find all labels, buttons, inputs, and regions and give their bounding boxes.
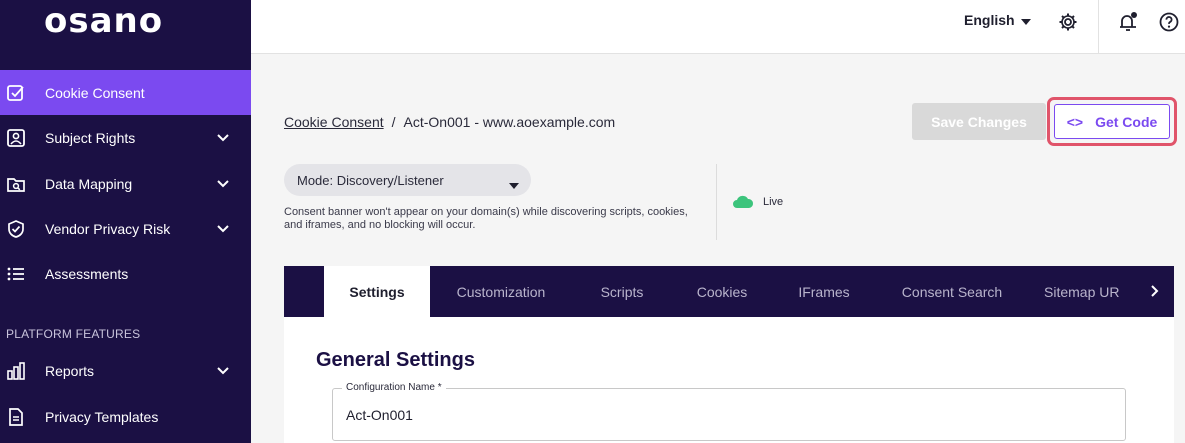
sidebar-item-subject-rights[interactable]: Subject Rights — [0, 115, 251, 160]
sidebar-item-label: Data Mapping — [45, 175, 133, 192]
mode-select[interactable]: Mode: Discovery/Listener — [284, 164, 531, 196]
chevron-right-icon[interactable] — [1146, 282, 1164, 300]
mode-selected-value: Mode: Discovery/Listener — [297, 172, 444, 188]
folder-search-icon — [6, 174, 26, 194]
tab-iframes[interactable]: IFrames — [782, 266, 866, 317]
chevron-down-icon[interactable] — [216, 177, 230, 191]
sidebar-item-cookie-consent[interactable]: Cookie Consent — [0, 70, 251, 115]
osano-logo[interactable]: osano — [44, 3, 163, 39]
tab-cookies[interactable]: Cookies — [682, 266, 762, 317]
shield-check-icon — [6, 219, 26, 239]
code-icon: <> — [1066, 113, 1084, 130]
vertical-divider — [716, 164, 717, 240]
caret-down-icon — [509, 177, 519, 192]
sidebar-item-label: Privacy Templates — [45, 408, 159, 425]
configuration-name-input[interactable] — [346, 407, 1046, 423]
configuration-name-field: Configuration Name * — [332, 382, 1126, 441]
sidebar-item-assessments[interactable]: Assessments — [0, 251, 251, 296]
breadcrumb-separator: / — [391, 114, 396, 130]
caret-down-icon — [1020, 12, 1031, 28]
tab-consent-search[interactable]: Consent Search — [886, 266, 1018, 317]
get-code-label: Get Code — [1095, 113, 1158, 130]
language-selector[interactable]: English — [964, 12, 1031, 28]
sidebar-item-label: Reports — [45, 362, 95, 379]
tab-customization[interactable]: Customization — [440, 266, 562, 317]
sidebar: osano Cookie Consent Subject Rights Data… — [0, 0, 251, 443]
topbar-divider — [1098, 0, 1099, 54]
save-changes-button[interactable]: Save Changes — [912, 103, 1046, 140]
tab-settings[interactable]: Settings — [324, 266, 430, 317]
document-icon — [6, 407, 26, 427]
sidebar-item-label: Assessments — [45, 265, 129, 282]
sidebar-item-privacy-templates[interactable]: Privacy Templates — [0, 394, 251, 439]
chevron-down-icon[interactable] — [216, 364, 230, 378]
sidebar-item-label: Subject Rights — [45, 129, 136, 146]
sidebar-item-label: Vendor Privacy Risk — [45, 220, 171, 237]
bell-icon[interactable] — [1117, 11, 1139, 33]
configuration-name-label: Configuration Name * — [342, 382, 446, 393]
status-live-label: Live — [763, 196, 784, 208]
panel-title: General Settings — [316, 349, 475, 371]
settings-panel: General Settings Configuration Name * — [284, 317, 1174, 443]
list-icon — [6, 264, 26, 284]
tab-bar: Settings Customization Scripts Cookies I… — [284, 266, 1174, 317]
help-icon[interactable] — [1158, 11, 1180, 33]
breadcrumb: Cookie Consent / Act-On001 - www.aoexamp… — [284, 114, 615, 130]
chevron-down-icon[interactable] — [216, 131, 230, 145]
checkbox-edit-icon — [6, 83, 26, 103]
sidebar-item-label: Cookie Consent — [45, 84, 145, 101]
cloud-icon — [732, 193, 754, 214]
gear-icon[interactable] — [1057, 11, 1079, 33]
get-code-button[interactable]: <> Get Code — [1054, 104, 1170, 139]
sidebar-item-reports[interactable]: Reports — [0, 348, 251, 393]
bar-chart-icon — [6, 361, 26, 381]
tab-scripts[interactable]: Scripts — [582, 266, 662, 317]
get-code-highlight: <> Get Code — [1047, 97, 1177, 146]
breadcrumb-current: Act-On001 - www.aoexample.com — [403, 114, 616, 130]
mode-help-text: Consent banner won't appear on your doma… — [284, 206, 688, 231]
top-bar: English — [251, 0, 1185, 54]
section-label-platform-features: PLATFORM FEATURES — [6, 327, 141, 341]
id-card-icon — [6, 128, 26, 148]
sidebar-item-vendor-privacy-risk[interactable]: Vendor Privacy Risk — [0, 206, 251, 251]
breadcrumb-link-cookie-consent[interactable]: Cookie Consent — [284, 114, 384, 130]
tab-sitemap-urls[interactable]: Sitemap UR — [1044, 266, 1144, 317]
sidebar-item-data-mapping[interactable]: Data Mapping — [0, 161, 251, 206]
chevron-down-icon[interactable] — [216, 222, 230, 236]
language-label: English — [964, 12, 1015, 28]
